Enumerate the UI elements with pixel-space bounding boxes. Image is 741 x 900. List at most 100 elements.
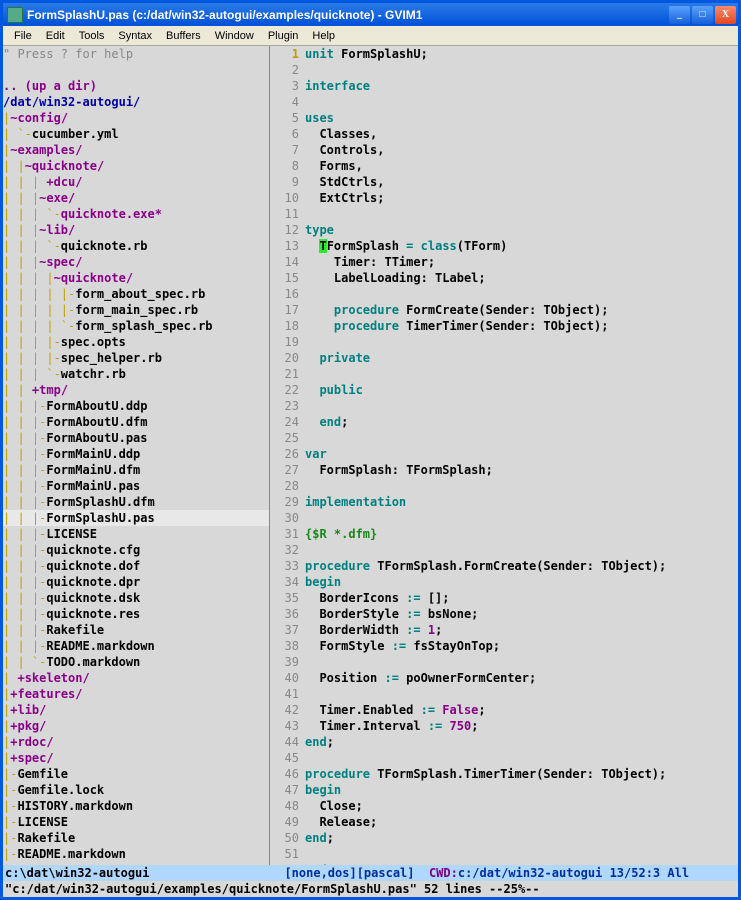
menu-edit[interactable]: Edit	[39, 30, 72, 42]
code-line-16[interactable]: 16	[270, 286, 738, 302]
code-line-25[interactable]: 25	[270, 430, 738, 446]
menu-help[interactable]: Help	[305, 30, 342, 42]
titlebar[interactable]: FormSplashU.pas (c:/dat/win32-autogui/ex…	[3, 3, 738, 26]
tree-quicknote-exe*[interactable]: | | | `-quicknote.exe*	[3, 206, 269, 222]
tree-pkg-[interactable]: |+pkg/	[3, 718, 269, 734]
code-line-40[interactable]: 40 Position := poOwnerFormCenter;	[270, 670, 738, 686]
tree-features-[interactable]: |+features/	[3, 686, 269, 702]
code-line-34[interactable]: 34begin	[270, 574, 738, 590]
tree-updir[interactable]: .. (up a dir)	[3, 78, 269, 94]
maximize-button[interactable]: □	[692, 6, 713, 24]
code-line-27[interactable]: 27 FormSplash: TFormSplash;	[270, 462, 738, 478]
tree-form_splash_spec-rb[interactable]: | | | | `-form_splash_spec.rb	[3, 318, 269, 334]
code-line-20[interactable]: 20 private	[270, 350, 738, 366]
tree-skeleton-[interactable]: | +skeleton/	[3, 670, 269, 686]
code-line-24[interactable]: 24 end;	[270, 414, 738, 430]
minimize-button[interactable]: _	[669, 6, 690, 24]
tree-TODO-markdown[interactable]: | | `-TODO.markdown	[3, 654, 269, 670]
tree-FormMainU-dfm[interactable]: | | |-FormMainU.dfm	[3, 462, 269, 478]
code-line-30[interactable]: 30	[270, 510, 738, 526]
tree-cucumber-yml[interactable]: | `-cucumber.yml	[3, 126, 269, 142]
code-pane[interactable]: 1unit FormSplashU;23interface45uses6 Cla…	[270, 46, 738, 865]
code-line-8[interactable]: 8 Forms,	[270, 158, 738, 174]
code-line-22[interactable]: 22 public	[270, 382, 738, 398]
tree-LICENSE[interactable]: |-LICENSE	[3, 814, 269, 830]
tree-dcu-[interactable]: | | | +dcu/	[3, 174, 269, 190]
code-line-36[interactable]: 36 BorderStyle := bsNone;	[270, 606, 738, 622]
code-line-50[interactable]: 50end;	[270, 830, 738, 846]
code-line-21[interactable]: 21	[270, 366, 738, 382]
code-line-28[interactable]: 28	[270, 478, 738, 494]
code-line-18[interactable]: 18 procedure TimerTimer(Sender: TObject)…	[270, 318, 738, 334]
code-line-51[interactable]: 51	[270, 846, 738, 862]
tree-spec-opts[interactable]: | | | |-spec.opts	[3, 334, 269, 350]
code-line-2[interactable]: 2	[270, 62, 738, 78]
code-line-49[interactable]: 49 Release;	[270, 814, 738, 830]
menu-buffers[interactable]: Buffers	[159, 30, 208, 42]
code-line-47[interactable]: 47begin	[270, 782, 738, 798]
tree-README-markdown[interactable]: | | |-README.markdown	[3, 638, 269, 654]
tree-Gemfile-lock[interactable]: |-Gemfile.lock	[3, 782, 269, 798]
tree-FormAboutU-dfm[interactable]: | | |-FormAboutU.dfm	[3, 414, 269, 430]
code-line-33[interactable]: 33procedure TFormSplash.FormCreate(Sende…	[270, 558, 738, 574]
nerdtree-pane[interactable]: " Press ? for help .. (up a dir)/dat/win3…	[3, 46, 270, 865]
tree-quicknote-res[interactable]: | | |-quicknote.res	[3, 606, 269, 622]
code-line-23[interactable]: 23	[270, 398, 738, 414]
code-line-5[interactable]: 5uses	[270, 110, 738, 126]
command-line[interactable]: "c:/dat/win32-autogui/examples/quicknote…	[3, 881, 738, 897]
code-line-15[interactable]: 15 LabelLoading: TLabel;	[270, 270, 738, 286]
code-line-11[interactable]: 11	[270, 206, 738, 222]
tree-rdoc-[interactable]: |+rdoc/	[3, 734, 269, 750]
tree-Rakefile[interactable]: | | |-Rakefile	[3, 622, 269, 638]
code-line-32[interactable]: 32	[270, 542, 738, 558]
tree-lib-[interactable]: |+lib/	[3, 702, 269, 718]
tree-quicknote-dpr[interactable]: | | |-quicknote.dpr	[3, 574, 269, 590]
code-line-17[interactable]: 17 procedure FormCreate(Sender: TObject)…	[270, 302, 738, 318]
code-line-19[interactable]: 19	[270, 334, 738, 350]
tree-examples-[interactable]: |~examples/	[3, 142, 269, 158]
code-line-4[interactable]: 4	[270, 94, 738, 110]
code-line-44[interactable]: 44end;	[270, 734, 738, 750]
tree-README-markdown[interactable]: |-README.markdown	[3, 846, 269, 862]
menu-file[interactable]: File	[7, 30, 39, 42]
tree-root[interactable]: /dat/win32-autogui/	[3, 94, 269, 110]
tree-HISTORY-markdown[interactable]: |-HISTORY.markdown	[3, 798, 269, 814]
tree-help[interactable]: " Press ? for help	[3, 46, 269, 62]
tree-quicknote-dof[interactable]: | | |-quicknote.dof	[3, 558, 269, 574]
code-line-13[interactable]: 13 TFormSplash = class(TForm)	[270, 238, 738, 254]
close-button[interactable]: X	[715, 6, 736, 24]
tree-FormAboutU-ddp[interactable]: | | |-FormAboutU.ddp	[3, 398, 269, 414]
code-line-3[interactable]: 3interface	[270, 78, 738, 94]
tree-watchr-rb[interactable]: | | | `-watchr.rb	[3, 366, 269, 382]
code-line-9[interactable]: 9 StdCtrls,	[270, 174, 738, 190]
tree-FormAboutU-pas[interactable]: | | |-FormAboutU.pas	[3, 430, 269, 446]
tree-tmp-[interactable]: | | +tmp/	[3, 382, 269, 398]
code-line-31[interactable]: 31{$R *.dfm}	[270, 526, 738, 542]
tree-quicknote-cfg[interactable]: | | |-quicknote.cfg	[3, 542, 269, 558]
code-line-45[interactable]: 45	[270, 750, 738, 766]
tree-lib-[interactable]: | | |~lib/	[3, 222, 269, 238]
menu-plugin[interactable]: Plugin	[261, 30, 306, 42]
code-line-37[interactable]: 37 BorderWidth := 1;	[270, 622, 738, 638]
tree-Rakefile[interactable]: |-Rakefile	[3, 830, 269, 846]
code-line-7[interactable]: 7 Controls,	[270, 142, 738, 158]
tree-config-[interactable]: |~config/	[3, 110, 269, 126]
tree-exe-[interactable]: | | |~exe/	[3, 190, 269, 206]
tree-LICENSE[interactable]: | | |-LICENSE	[3, 526, 269, 542]
code-line-46[interactable]: 46procedure TFormSplash.TimerTimer(Sende…	[270, 766, 738, 782]
tree-spec-[interactable]: | | |~spec/	[3, 254, 269, 270]
tree-FormMainU-pas[interactable]: | | |-FormMainU.pas	[3, 478, 269, 494]
menubar[interactable]: FileEditToolsSyntaxBuffersWindowPluginHe…	[3, 26, 738, 46]
tree-quicknote-[interactable]: | | | |~quicknote/	[3, 270, 269, 286]
menu-syntax[interactable]: Syntax	[111, 30, 159, 42]
tree-blank[interactable]	[3, 62, 269, 78]
code-line-41[interactable]: 41	[270, 686, 738, 702]
code-line-42[interactable]: 42 Timer.Enabled := False;	[270, 702, 738, 718]
code-line-12[interactable]: 12type	[270, 222, 738, 238]
code-line-14[interactable]: 14 Timer: TTimer;	[270, 254, 738, 270]
tree-quicknote-rb[interactable]: | | | `-quicknote.rb	[3, 238, 269, 254]
code-line-10[interactable]: 10 ExtCtrls;	[270, 190, 738, 206]
tree-quicknote-dsk[interactable]: | | |-quicknote.dsk	[3, 590, 269, 606]
tree-form_about_spec-rb[interactable]: | | | | |-form_about_spec.rb	[3, 286, 269, 302]
code-line-39[interactable]: 39	[270, 654, 738, 670]
